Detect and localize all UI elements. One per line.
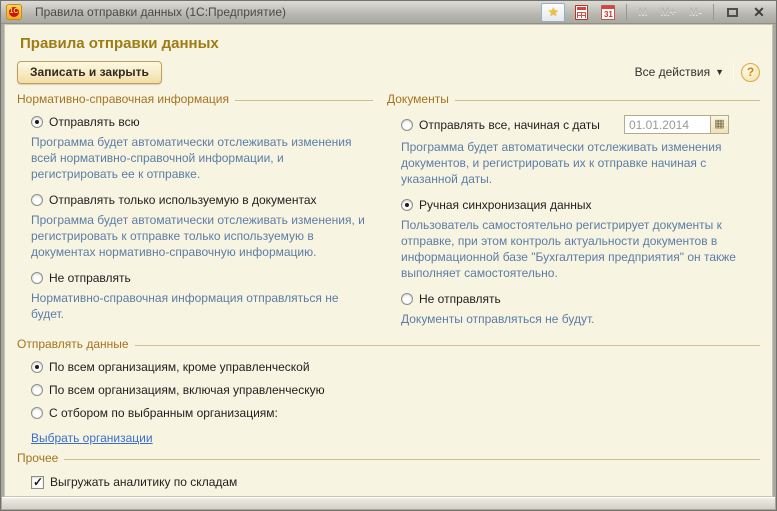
toolbar-separator bbox=[733, 63, 734, 81]
page-title: Правила отправки данных bbox=[20, 35, 760, 52]
radio-icon bbox=[401, 119, 413, 131]
radio-selected-orgs-filter[interactable]: С отбором по выбранным организациям: bbox=[31, 406, 760, 420]
checkbox-label: Выгружать аналитику по складам bbox=[50, 475, 237, 489]
radio-label: По всем организациям, включая управленче… bbox=[49, 383, 325, 397]
favorites-button[interactable]: ★ bbox=[541, 3, 565, 22]
memory-m-button[interactable]: М bbox=[634, 6, 651, 18]
radio-label: Отправлять всю bbox=[49, 115, 140, 129]
radio-icon bbox=[401, 199, 413, 211]
radio-nsi-send-all[interactable]: Отправлять всю bbox=[31, 115, 373, 129]
calculator-button[interactable] bbox=[570, 3, 592, 21]
section-body-nsi: Отправлять всю Программа будет автоматич… bbox=[17, 115, 373, 322]
section-title-nsi: Нормативно-справочная информация bbox=[17, 92, 229, 106]
radio-icon bbox=[31, 272, 43, 284]
titlebar-separator bbox=[626, 4, 627, 20]
chevron-down-icon: ▼ bbox=[715, 67, 724, 77]
radio-nsi-do-not-send[interactable]: Не отправлять bbox=[31, 271, 373, 285]
section-rule bbox=[64, 459, 760, 460]
section-title-documents: Документы bbox=[387, 92, 449, 106]
section-header-nsi: Нормативно-справочная информация bbox=[17, 92, 373, 106]
form-content: Правила отправки данных Записать и закры… bbox=[4, 24, 773, 497]
window-title: Правила отправки данных (1С:Предприятие) bbox=[35, 5, 286, 19]
radio-label: По всем организациям, кроме управленческ… bbox=[49, 360, 310, 374]
radio-label: Не отправлять bbox=[419, 292, 501, 306]
radio-docs-send-from-date[interactable]: Отправлять все, начиная с даты ▦ bbox=[401, 115, 760, 134]
radio-icon bbox=[31, 361, 43, 373]
section-header-send-data: Отправлять данные bbox=[17, 337, 760, 351]
maximize-icon bbox=[727, 8, 738, 17]
app-window: 1С Правила отправки данных (1С:Предприят… bbox=[0, 0, 777, 511]
section-rule bbox=[235, 100, 373, 101]
option-description: Программа будет автоматически отслеживат… bbox=[31, 212, 371, 260]
radio-icon bbox=[31, 407, 43, 419]
checkbox-icon bbox=[31, 476, 44, 489]
radio-all-orgs-except-managerial[interactable]: По всем организациям, кроме управленческ… bbox=[31, 360, 760, 374]
section-documents: Документы Отправлять все, начиная с даты… bbox=[387, 92, 760, 333]
section-nsi: Нормативно-справочная информация Отправл… bbox=[17, 92, 373, 333]
radio-label: Отправлять только используемую в докумен… bbox=[49, 193, 317, 207]
all-actions-label: Все действия bbox=[635, 65, 710, 79]
section-rule bbox=[135, 345, 760, 346]
command-bar: Записать и закрыть Все действия ▼ ? bbox=[17, 60, 760, 84]
maximize-button[interactable] bbox=[721, 3, 743, 21]
radio-label: Не отправлять bbox=[49, 271, 131, 285]
calendar-icon: 31 bbox=[601, 5, 615, 20]
all-actions-menu-button[interactable]: Все действия ▼ bbox=[631, 63, 728, 81]
section-other: Прочее Выгружать аналитику по складам i … bbox=[17, 451, 760, 497]
date-field: ▦ bbox=[624, 115, 729, 134]
calendar-grid-icon: ▦ bbox=[714, 119, 724, 130]
radio-label: Отправлять все, начиная с даты bbox=[419, 118, 600, 132]
titlebar: 1С Правила отправки данных (1С:Предприят… bbox=[1, 1, 776, 24]
memory-m-minus-button[interactable]: М- bbox=[685, 6, 706, 18]
radio-icon bbox=[31, 384, 43, 396]
memory-m-plus-button[interactable]: М+ bbox=[657, 6, 681, 18]
help-button[interactable]: ? bbox=[741, 63, 760, 82]
titlebar-separator bbox=[713, 4, 714, 20]
option-description: Нормативно-справочная информация отправл… bbox=[31, 290, 371, 322]
close-icon: ✕ bbox=[753, 5, 765, 19]
section-header-other: Прочее bbox=[17, 451, 760, 465]
option-description: Пользователь самостоятельно регистрирует… bbox=[401, 217, 758, 281]
radio-icon bbox=[401, 293, 413, 305]
section-title-other: Прочее bbox=[17, 451, 58, 465]
section-title-send-data: Отправлять данные bbox=[17, 337, 129, 351]
calendar-day-number: 31 bbox=[602, 10, 614, 20]
calculator-icon bbox=[575, 5, 588, 20]
checkbox-export-warehouse-analytics[interactable]: Выгружать аналитику по складам bbox=[31, 475, 760, 489]
settings-columns: Нормативно-справочная информация Отправл… bbox=[17, 92, 760, 333]
radio-label: Ручная синхронизация данных bbox=[419, 198, 592, 212]
radio-nsi-send-used-only[interactable]: Отправлять только используемую в докумен… bbox=[31, 193, 373, 207]
section-body-other: Выгружать аналитику по складам i Огранич… bbox=[17, 475, 760, 497]
radio-docs-manual-sync[interactable]: Ручная синхронизация данных bbox=[401, 198, 760, 212]
status-bar bbox=[2, 497, 775, 509]
option-description: Программа будет автоматически отслеживат… bbox=[31, 134, 371, 182]
section-body-send-data: По всем организациям, кроме управленческ… bbox=[17, 360, 760, 447]
start-date-input[interactable] bbox=[624, 115, 710, 134]
1c-logo-icon: 1С bbox=[6, 4, 22, 20]
radio-icon bbox=[31, 116, 43, 128]
section-header-documents: Документы bbox=[387, 92, 760, 106]
radio-docs-do-not-send[interactable]: Не отправлять bbox=[401, 292, 760, 306]
1c-logo-text: 1С bbox=[9, 7, 19, 17]
star-icon: ★ bbox=[548, 6, 559, 18]
section-send-data: Отправлять данные По всем организациям, … bbox=[17, 337, 760, 447]
option-description: Программа будет автоматически отслеживат… bbox=[401, 139, 758, 187]
radio-all-orgs-including-managerial[interactable]: По всем организациям, включая управленче… bbox=[31, 383, 760, 397]
close-button[interactable]: ✕ bbox=[748, 3, 770, 21]
section-rule bbox=[455, 100, 760, 101]
save-and-close-button[interactable]: Записать и закрыть bbox=[17, 61, 162, 84]
option-description: Документы отправляться не будут. bbox=[401, 311, 758, 327]
radio-icon bbox=[31, 194, 43, 206]
section-body-documents: Отправлять все, начиная с даты ▦ Програм… bbox=[387, 115, 760, 327]
calendar-button[interactable]: 31 bbox=[597, 3, 619, 21]
date-picker-button[interactable]: ▦ bbox=[710, 115, 729, 134]
choose-organizations-link[interactable]: Выбрать организации bbox=[31, 431, 153, 445]
radio-label: С отбором по выбранным организациям: bbox=[49, 406, 278, 420]
